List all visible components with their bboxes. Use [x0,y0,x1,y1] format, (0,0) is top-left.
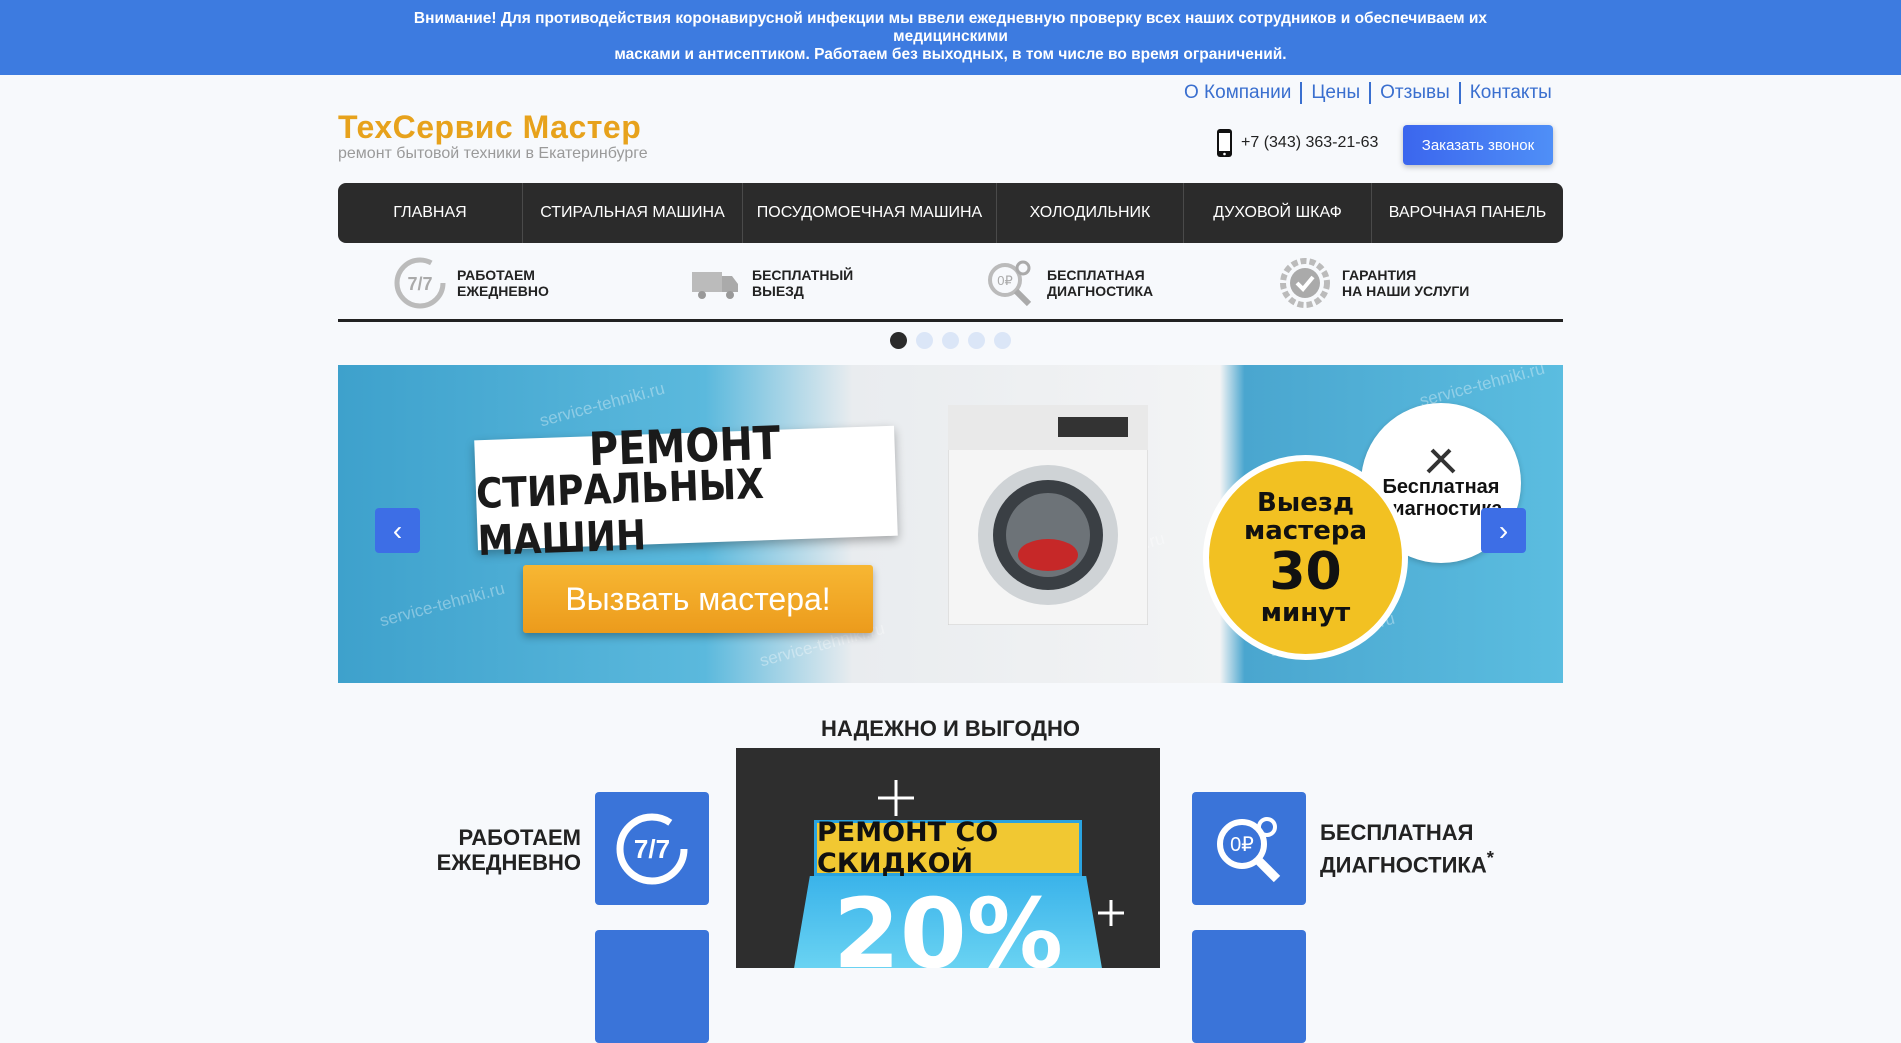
slider-sign: РЕМОНТ СТИРАЛЬНЫХ МАШИН [474,417,898,565]
gear-check-icon [1280,258,1330,308]
benefit-diag-line1: БЕСПЛАТНАЯ [1320,820,1474,845]
slider-next-button[interactable]: › [1481,508,1526,553]
phone-number[interactable]: +7 (343) 363-21-63 [1241,134,1378,152]
nav-item-hob[interactable]: ВАРОЧНАЯ ПАНЕЛЬ [1372,183,1563,243]
slider-prev-button[interactable]: ‹ [375,508,420,553]
feature-warranty: ГАРАНТИЯ НА НАШИ УСЛУГИ [1278,256,1469,310]
feature-visit-line2: ВЫЕЗД [752,283,804,299]
slider-sign-line2: СТИРАЛЬНЫХ МАШИН [475,461,765,566]
slider-dot-1[interactable] [890,332,907,349]
feature-warranty-line1: ГАРАНТИЯ [1342,267,1417,283]
benefit-diag-line2: ДИАГНОСТИКА [1320,852,1487,878]
benefit-tile-lower-left [595,930,709,1043]
discount-promo-banner[interactable]: РЕМОНТ СО СКИДКОЙ 20% [736,748,1160,968]
logo-subtitle: ремонт бытовой техники в Екатеринбурге [338,145,648,162]
svg-text:0₽: 0₽ [1230,834,1254,856]
feature-visit-line1: БЕСПЛАТНЫЙ [752,267,854,283]
nav-item-oven[interactable]: ДУХОВОЙ ШКАФ [1184,183,1372,243]
top-link-about[interactable]: О Компании [1174,82,1300,104]
phone-icon [1217,129,1232,157]
covid-alert-banner: Внимание! Для противодействия коронавиру… [0,0,1901,75]
watermark-text: service-tehniki.ru [377,578,507,631]
alert-line-2: масками и антисептиком. Работаем без вых… [614,46,1287,63]
clock-7-7-icon: 7/7 [394,257,446,309]
truck-icon [692,272,738,299]
benefit-daily-line2: ЕЖЕДНЕВНО [436,850,581,875]
feature-diag-line2: ДИАГНОСТИКА [1047,283,1154,299]
nav-item-washing-machine[interactable]: СТИРАЛЬНАЯ МАШИНА [523,183,743,243]
feature-daily-line2: ЕЖЕДНЕВНО [457,283,549,299]
footnote-mark: * [1486,847,1494,868]
nav-item-fridge[interactable]: ХОЛОДИЛЬНИК [997,183,1184,243]
slider-dot-3[interactable] [942,332,959,349]
call-master-button[interactable]: Вызвать мастера! [523,565,873,633]
slider-dot-5[interactable] [994,332,1011,349]
visit-30min-badge: Выезд мастера 30 минут [1203,455,1408,660]
features-strip: 7/7 РАБОТАЕМ ЕЖЕДНЕВНО БЕСПЛАТНЫЙ ВЫЕЗД 0₽… [338,252,1563,322]
tools-icon [1426,448,1456,474]
benefit-daily-tile: 7/7 [595,792,709,905]
top-link-reviews[interactable]: Отзывы [1369,82,1459,104]
top-link-prices[interactable]: Цены [1300,82,1369,104]
magnifier-gear-icon: 0₽ [988,260,1032,307]
benefit-daily-line1: РАБОТАЕМ [458,825,582,850]
svg-text:0₽: 0₽ [997,273,1013,288]
badge-line2: мастера [1243,515,1368,546]
benefit-tile-lower-right [1192,930,1306,1043]
slider-dot-2[interactable] [916,332,933,349]
benefit-diagnostics-label: БЕСПЛАТНАЯ ДИАГНОСТИКА* [1320,820,1494,877]
badge-line3: минут [1260,597,1351,628]
feature-diag-line1: БЕСПЛАТНАЯ [1047,267,1145,283]
benefit-diagnostics-tile: 0₽ [1192,792,1306,905]
alert-line-1: Внимание! Для противодействия коронавиру… [413,10,1488,45]
slider-dots [890,332,1020,349]
feature-daily-line1: РАБОТАЕМ [457,267,535,283]
nav-item-dishwasher[interactable]: ПОСУДОМОЕЧНАЯ МАШИНА [743,183,997,243]
badge-line1: Выезд [1256,487,1355,518]
order-call-button[interactable]: Заказать звонок [1403,125,1553,165]
feature-free-visit: БЕСПЛАТНЫЙ ВЫЕЗД [688,256,853,310]
logo-title[interactable]: ТехСервис Мастер [338,109,641,146]
benefit-daily-label: РАБОТАЕМ ЕЖЕДНЕВНО [435,825,581,875]
phone-block[interactable]: +7 (343) 363-21-63 [1216,128,1378,158]
section-title: НАДЕЖНО И ВЫГОДНО [821,716,1080,741]
hero-slider: service-tehniki.ru service-tehniki.ru se… [338,365,1563,683]
feature-free-diagnostics: 0₽ БЕСПЛАТНАЯ ДИАГНОСТИКА [983,256,1153,310]
feature-warranty-line2: НА НАШИ УСЛУГИ [1342,283,1470,299]
washing-machine-image [948,405,1148,625]
top-links: О Компании Цены Отзывы Контакты [1174,82,1561,104]
promo-value: 20% [833,878,1063,968]
feature-daily: 7/7 РАБОТАЕМ ЕЖЕДНЕВНО [393,256,549,310]
badge-number: 30 [1269,541,1342,602]
badge-diag-line1: Бесплатная [1382,476,1500,498]
svg-text:7/7: 7/7 [407,274,432,294]
slider-dot-4[interactable] [968,332,985,349]
nav-item-home[interactable]: ГЛАВНАЯ [338,183,523,243]
sparkle-icon [878,780,914,816]
clock-7-7-icon: 7/7 [616,813,688,884]
promo-ribbon: РЕМОНТ СО СКИДКОЙ [814,817,1082,879]
main-nav: ГЛАВНАЯ СТИРАЛЬНАЯ МАШИНА ПОСУДОМОЕЧНАЯ … [338,183,1563,243]
top-link-contacts[interactable]: Контакты [1458,82,1561,104]
svg-text:7/7: 7/7 [634,834,670,864]
magnifier-gear-icon: 0₽ [1217,816,1281,882]
